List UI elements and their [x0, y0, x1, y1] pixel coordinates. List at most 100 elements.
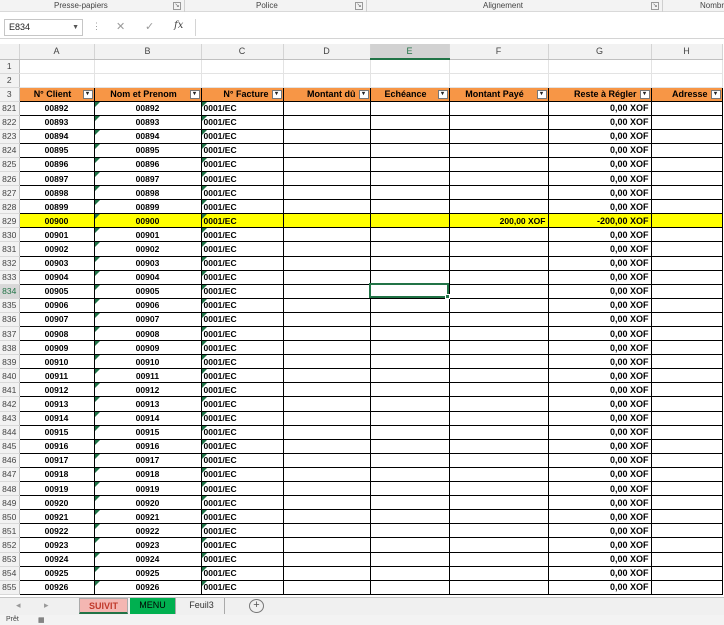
- cell-invoice[interactable]: 0001/EC: [201, 326, 284, 342]
- tab-scroll-left-icon[interactable]: ◂: [16, 600, 21, 611]
- table-header-cell[interactable]: Nom et Prenom ▾: [93, 86, 202, 102]
- cell-client[interactable]: 00918: [19, 467, 95, 483]
- cell[interactable]: [651, 481, 723, 497]
- error-indicator-icon[interactable]: [94, 580, 100, 586]
- cell[interactable]: [283, 101, 371, 116]
- row-header[interactable]: 849: [0, 495, 20, 511]
- cell[interactable]: [651, 537, 723, 553]
- cell-paid[interactable]: [449, 425, 549, 440]
- cell-remaining[interactable]: 0,00 XOF: [548, 270, 652, 285]
- cell-invoice[interactable]: 0001/EC: [201, 340, 284, 356]
- cell-paid[interactable]: [449, 298, 549, 313]
- error-indicator-icon[interactable]: [201, 341, 207, 347]
- cell[interactable]: [283, 495, 371, 511]
- row-header[interactable]: 823: [0, 129, 20, 144]
- cell[interactable]: [651, 580, 723, 595]
- row-header[interactable]: 843: [0, 411, 20, 426]
- cell[interactable]: [651, 115, 723, 130]
- cell-invoice[interactable]: 0001/EC: [201, 354, 284, 370]
- cell-remaining[interactable]: 0,00 XOF: [548, 227, 652, 243]
- error-indicator-icon[interactable]: [201, 397, 207, 403]
- cell-client[interactable]: 00897: [19, 171, 95, 187]
- cell-invoice[interactable]: 0001/EC: [201, 157, 284, 172]
- cell-remaining[interactable]: 0,00 XOF: [548, 157, 652, 172]
- column-header-d[interactable]: D: [283, 44, 371, 60]
- error-indicator-icon[interactable]: [94, 538, 100, 544]
- error-indicator-icon[interactable]: [201, 312, 207, 318]
- cell[interactable]: [651, 59, 723, 74]
- cell[interactable]: [283, 143, 371, 158]
- row-header[interactable]: 855: [0, 580, 20, 595]
- cell-client[interactable]: 00899: [19, 199, 95, 215]
- error-indicator-icon[interactable]: [94, 369, 100, 375]
- font-launcher-icon[interactable]: ↘: [355, 2, 363, 10]
- cell-paid[interactable]: [449, 580, 549, 595]
- cell-remaining[interactable]: 0,00 XOF: [548, 481, 652, 497]
- cell[interactable]: [370, 143, 450, 158]
- cell[interactable]: [548, 59, 652, 74]
- cell[interactable]: [548, 73, 652, 88]
- cell-client[interactable]: 00904: [19, 270, 95, 285]
- column-header-b[interactable]: B: [94, 44, 202, 60]
- add-sheet-icon[interactable]: +: [249, 599, 264, 613]
- cell[interactable]: [651, 298, 723, 313]
- row-header[interactable]: 3: [0, 87, 20, 102]
- cell[interactable]: [651, 453, 723, 468]
- cell-name[interactable]: 00917: [94, 453, 202, 468]
- cell-invoice[interactable]: 0001/EC: [201, 523, 284, 539]
- table-header-cell[interactable]: N° Facture ▾: [200, 86, 284, 102]
- cell[interactable]: [283, 312, 371, 328]
- error-indicator-icon[interactable]: [201, 369, 207, 375]
- filter-dropdown-icon[interactable]: ▾: [82, 89, 93, 99]
- table-header-cell[interactable]: Reste à Régler ▾: [547, 86, 652, 102]
- error-indicator-icon[interactable]: [94, 200, 100, 206]
- cell[interactable]: [651, 411, 723, 426]
- cell-client[interactable]: 00925: [19, 566, 95, 581]
- cell-paid[interactable]: [449, 382, 549, 398]
- cell[interactable]: [370, 256, 450, 271]
- cell[interactable]: [651, 129, 723, 144]
- sheet-tab-suivit[interactable]: SUIVIT: [79, 598, 128, 614]
- cell-paid[interactable]: [449, 509, 549, 525]
- cell-invoice[interactable]: 0001/EC: [201, 509, 284, 525]
- cell-invoice[interactable]: 0001/EC: [201, 495, 284, 511]
- error-indicator-icon[interactable]: [201, 467, 207, 473]
- cell-name[interactable]: 00922: [94, 523, 202, 539]
- error-indicator-icon[interactable]: [201, 270, 207, 276]
- cell-paid[interactable]: [449, 157, 549, 172]
- cell[interactable]: [651, 199, 723, 215]
- cell-invoice[interactable]: 0001/EC: [201, 453, 284, 468]
- cell[interactable]: [370, 411, 450, 426]
- error-indicator-icon[interactable]: [201, 256, 207, 262]
- row-header[interactable]: 830: [0, 227, 20, 243]
- cell-client[interactable]: 00902: [19, 241, 95, 257]
- cell-name[interactable]: 00911: [94, 368, 202, 384]
- error-indicator-icon[interactable]: [201, 228, 207, 234]
- cell[interactable]: [370, 354, 450, 370]
- cell[interactable]: [283, 411, 371, 426]
- cell[interactable]: [370, 129, 450, 144]
- cell-client[interactable]: 00916: [19, 439, 95, 454]
- cell[interactable]: [370, 552, 450, 567]
- error-indicator-icon[interactable]: [94, 524, 100, 530]
- error-indicator-icon[interactable]: [94, 129, 100, 135]
- table-header-cell[interactable]: Echéance ▾: [369, 86, 450, 102]
- error-indicator-icon[interactable]: [201, 510, 207, 516]
- cell-paid[interactable]: [449, 171, 549, 187]
- filter-dropdown-icon[interactable]: ▾: [271, 89, 282, 99]
- error-indicator-icon[interactable]: [94, 327, 100, 332]
- column-header-c[interactable]: C: [201, 44, 284, 60]
- cell-remaining[interactable]: 0,00 XOF: [548, 340, 652, 356]
- error-indicator-icon[interactable]: [201, 355, 207, 361]
- cell-paid[interactable]: [449, 396, 549, 412]
- cell-remaining[interactable]: 0,00 XOF: [548, 326, 652, 342]
- cell-client[interactable]: 00906: [19, 298, 95, 313]
- cell-invoice[interactable]: 0001/EC: [201, 241, 284, 257]
- cell[interactable]: [283, 439, 371, 454]
- cell-paid[interactable]: [449, 537, 549, 553]
- cell-client[interactable]: 00909: [19, 340, 95, 356]
- cell-remaining[interactable]: 0,00 XOF: [548, 284, 652, 299]
- cell-name[interactable]: 00923: [94, 537, 202, 553]
- cell-paid[interactable]: [449, 284, 549, 299]
- cell[interactable]: [283, 270, 371, 285]
